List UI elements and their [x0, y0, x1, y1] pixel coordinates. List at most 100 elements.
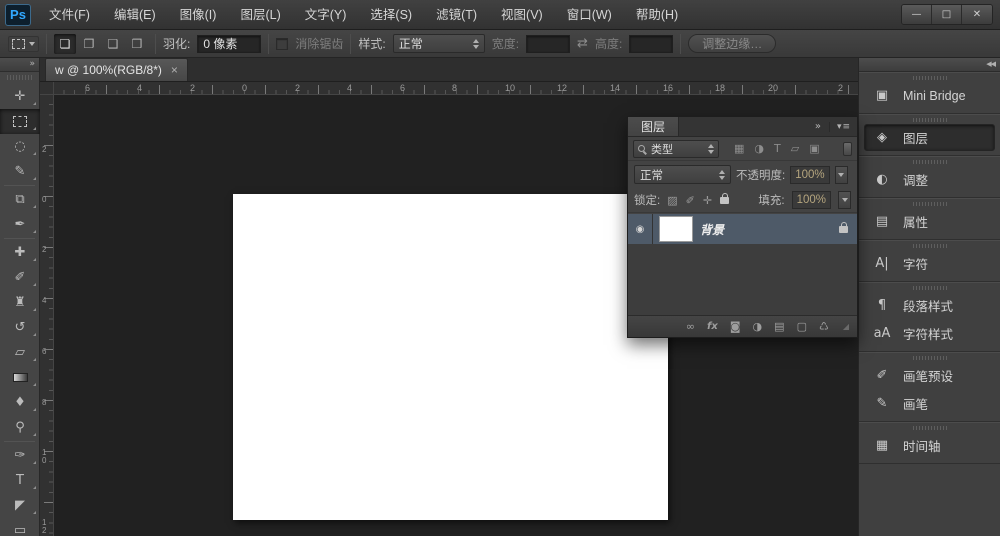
- panel-brush[interactable]: ✎画笔: [864, 390, 995, 417]
- dock-group-grip[interactable]: [913, 356, 947, 360]
- tab-close-icon[interactable]: ×: [171, 63, 178, 77]
- lasso-tool[interactable]: ◌: [0, 134, 40, 159]
- panel-mini-bridge[interactable]: ▣Mini Bridge: [864, 82, 995, 109]
- lock-all-icon[interactable]: [720, 197, 729, 204]
- move-tool[interactable]: ✛: [0, 84, 40, 109]
- dock-group-grip[interactable]: [913, 76, 947, 80]
- fill-value[interactable]: 100%: [792, 191, 831, 209]
- menu-item-3[interactable]: 图层(L): [228, 0, 292, 30]
- dodge-tool[interactable]: ⚲: [0, 415, 40, 440]
- antialias-checkbox[interactable]: [276, 38, 288, 50]
- panel-adjustments[interactable]: ◐调整: [864, 166, 995, 193]
- filter-toggle-switch[interactable]: [843, 142, 852, 156]
- filter-pixel-layers-icon[interactable]: ▦: [734, 142, 744, 155]
- menu-item-8[interactable]: 窗口(W): [555, 0, 624, 30]
- swap-dimensions-icon[interactable]: ⇄: [577, 36, 588, 51]
- width-input[interactable]: [526, 35, 570, 53]
- opacity-dropdown[interactable]: [835, 166, 848, 184]
- style-select[interactable]: 正常: [393, 34, 485, 53]
- panel-timeline[interactable]: ▦时间轴: [864, 432, 995, 459]
- panel-character-styles[interactable]: aA字符样式: [864, 320, 995, 347]
- layer-style-icon[interactable]: fx: [707, 321, 718, 332]
- add-to-selection-button[interactable]: ❐: [78, 34, 100, 54]
- lock-move-icon[interactable]: ✛: [703, 194, 712, 207]
- pen-tool[interactable]: ✑: [0, 443, 40, 468]
- path-selection-tool[interactable]: ◤: [0, 493, 40, 518]
- menu-item-9[interactable]: 帮助(H): [624, 0, 690, 30]
- panel-collapse-icon[interactable]: »: [815, 121, 821, 132]
- quick-selection-tool[interactable]: ✎: [0, 159, 40, 184]
- panel-menu-icon[interactable]: ▾≡: [829, 122, 851, 132]
- panel-layers[interactable]: ◈图层: [864, 124, 995, 151]
- tool-preset-picker[interactable]: [8, 36, 39, 52]
- dock-group-grip[interactable]: [913, 118, 947, 122]
- height-input[interactable]: [629, 35, 673, 53]
- lock-paint-icon[interactable]: ✐: [686, 194, 695, 207]
- new-group-icon[interactable]: ▤: [774, 320, 784, 333]
- filter-smart-objects-icon[interactable]: ▣: [809, 142, 819, 155]
- dock-group-grip[interactable]: [913, 286, 947, 290]
- close-button[interactable]: ✕: [962, 5, 992, 24]
- new-selection-button[interactable]: ❏: [54, 34, 76, 54]
- layers-tab[interactable]: 图层: [628, 117, 679, 136]
- blend-mode-select[interactable]: 正常: [634, 165, 731, 184]
- filter-type-layers-icon[interactable]: T: [774, 142, 781, 155]
- lock-transparency-icon[interactable]: ▨: [667, 194, 677, 207]
- layer-thumbnail[interactable]: [659, 216, 693, 242]
- dock-group-3: ▤属性: [859, 198, 1000, 240]
- panel-properties[interactable]: ▤属性: [864, 208, 995, 235]
- dock-collapse-icon[interactable]: ◀◀: [859, 58, 1000, 72]
- layer-row[interactable]: ◉背景: [628, 214, 857, 244]
- panel-brush-presets[interactable]: ✐画笔预设: [864, 362, 995, 389]
- intersect-selection-button[interactable]: ❒: [126, 34, 148, 54]
- rectangular-marquee-tool[interactable]: [0, 109, 40, 134]
- gradient-tool[interactable]: [0, 365, 40, 390]
- feather-input[interactable]: [197, 35, 261, 53]
- minimize-button[interactable]: —: [902, 5, 932, 24]
- menu-item-5[interactable]: 选择(S): [358, 0, 424, 30]
- dock-group-grip[interactable]: [913, 160, 947, 164]
- rectangle-tool[interactable]: ▭: [0, 518, 40, 536]
- subtract-from-selection-button[interactable]: ❑: [102, 34, 124, 54]
- eyedropper-tool[interactable]: ✒: [0, 212, 40, 237]
- document-tab[interactable]: w @ 100%(RGB/8*) ×: [45, 58, 188, 81]
- new-layer-icon[interactable]: ▢: [797, 320, 807, 333]
- dock-group-grip[interactable]: [913, 426, 947, 430]
- panel-resize-grip[interactable]: ◢: [843, 322, 849, 331]
- dock-group-grip[interactable]: [913, 202, 947, 206]
- menu-item-4[interactable]: 文字(Y): [293, 0, 359, 30]
- menu-item-1[interactable]: 编辑(E): [102, 0, 168, 30]
- filter-type-select[interactable]: 类型: [633, 140, 719, 158]
- crop-tool[interactable]: ⧉: [0, 187, 40, 212]
- eraser-tool[interactable]: ▱: [0, 340, 40, 365]
- new-adjustment-layer-icon[interactable]: ◑: [753, 320, 763, 333]
- link-layers-icon[interactable]: ∞: [686, 320, 695, 333]
- refine-edge-button[interactable]: 调整边缘…: [688, 34, 776, 53]
- brush-tool[interactable]: ✐: [0, 265, 40, 290]
- panel-character[interactable]: A|字符: [864, 250, 995, 277]
- document-canvas[interactable]: [233, 194, 668, 520]
- menu-item-6[interactable]: 滤镜(T): [424, 0, 489, 30]
- tools-grip[interactable]: [7, 75, 33, 80]
- healing-brush-tool[interactable]: ✚: [0, 240, 40, 265]
- visibility-eye-icon[interactable]: ◉: [628, 214, 653, 244]
- blur-tool[interactable]: ♦: [0, 390, 40, 415]
- filter-shape-layers-icon[interactable]: ▱: [791, 142, 799, 155]
- dock-group-grip[interactable]: [913, 244, 947, 248]
- tool-list: ✛ ◌✎ ⧉✒ ✚✐♜↺▱ ♦⚲ ✑T◤▭: [0, 84, 39, 536]
- ruler-number: 16: [663, 83, 673, 93]
- opacity-value[interactable]: 100%: [790, 166, 829, 184]
- menu-item-7[interactable]: 视图(V): [489, 0, 555, 30]
- fill-dropdown[interactable]: [838, 191, 851, 209]
- menu-item-0[interactable]: 文件(F): [37, 0, 102, 30]
- clone-stamp-tool[interactable]: ♜: [0, 290, 40, 315]
- history-brush-tool[interactable]: ↺: [0, 315, 40, 340]
- menu-item-2[interactable]: 图像(I): [168, 0, 229, 30]
- panel-paragraph-styles[interactable]: ¶段落样式: [864, 292, 995, 319]
- filter-adjustment-layers-icon[interactable]: ◑: [754, 142, 764, 155]
- type-tool[interactable]: T: [0, 468, 40, 493]
- add-layer-mask-icon[interactable]: ◙: [730, 320, 741, 333]
- restore-button[interactable]: □: [932, 5, 962, 24]
- tools-collapse-icon[interactable]: »: [0, 58, 39, 72]
- delete-layer-icon[interactable]: ♺: [819, 320, 829, 333]
